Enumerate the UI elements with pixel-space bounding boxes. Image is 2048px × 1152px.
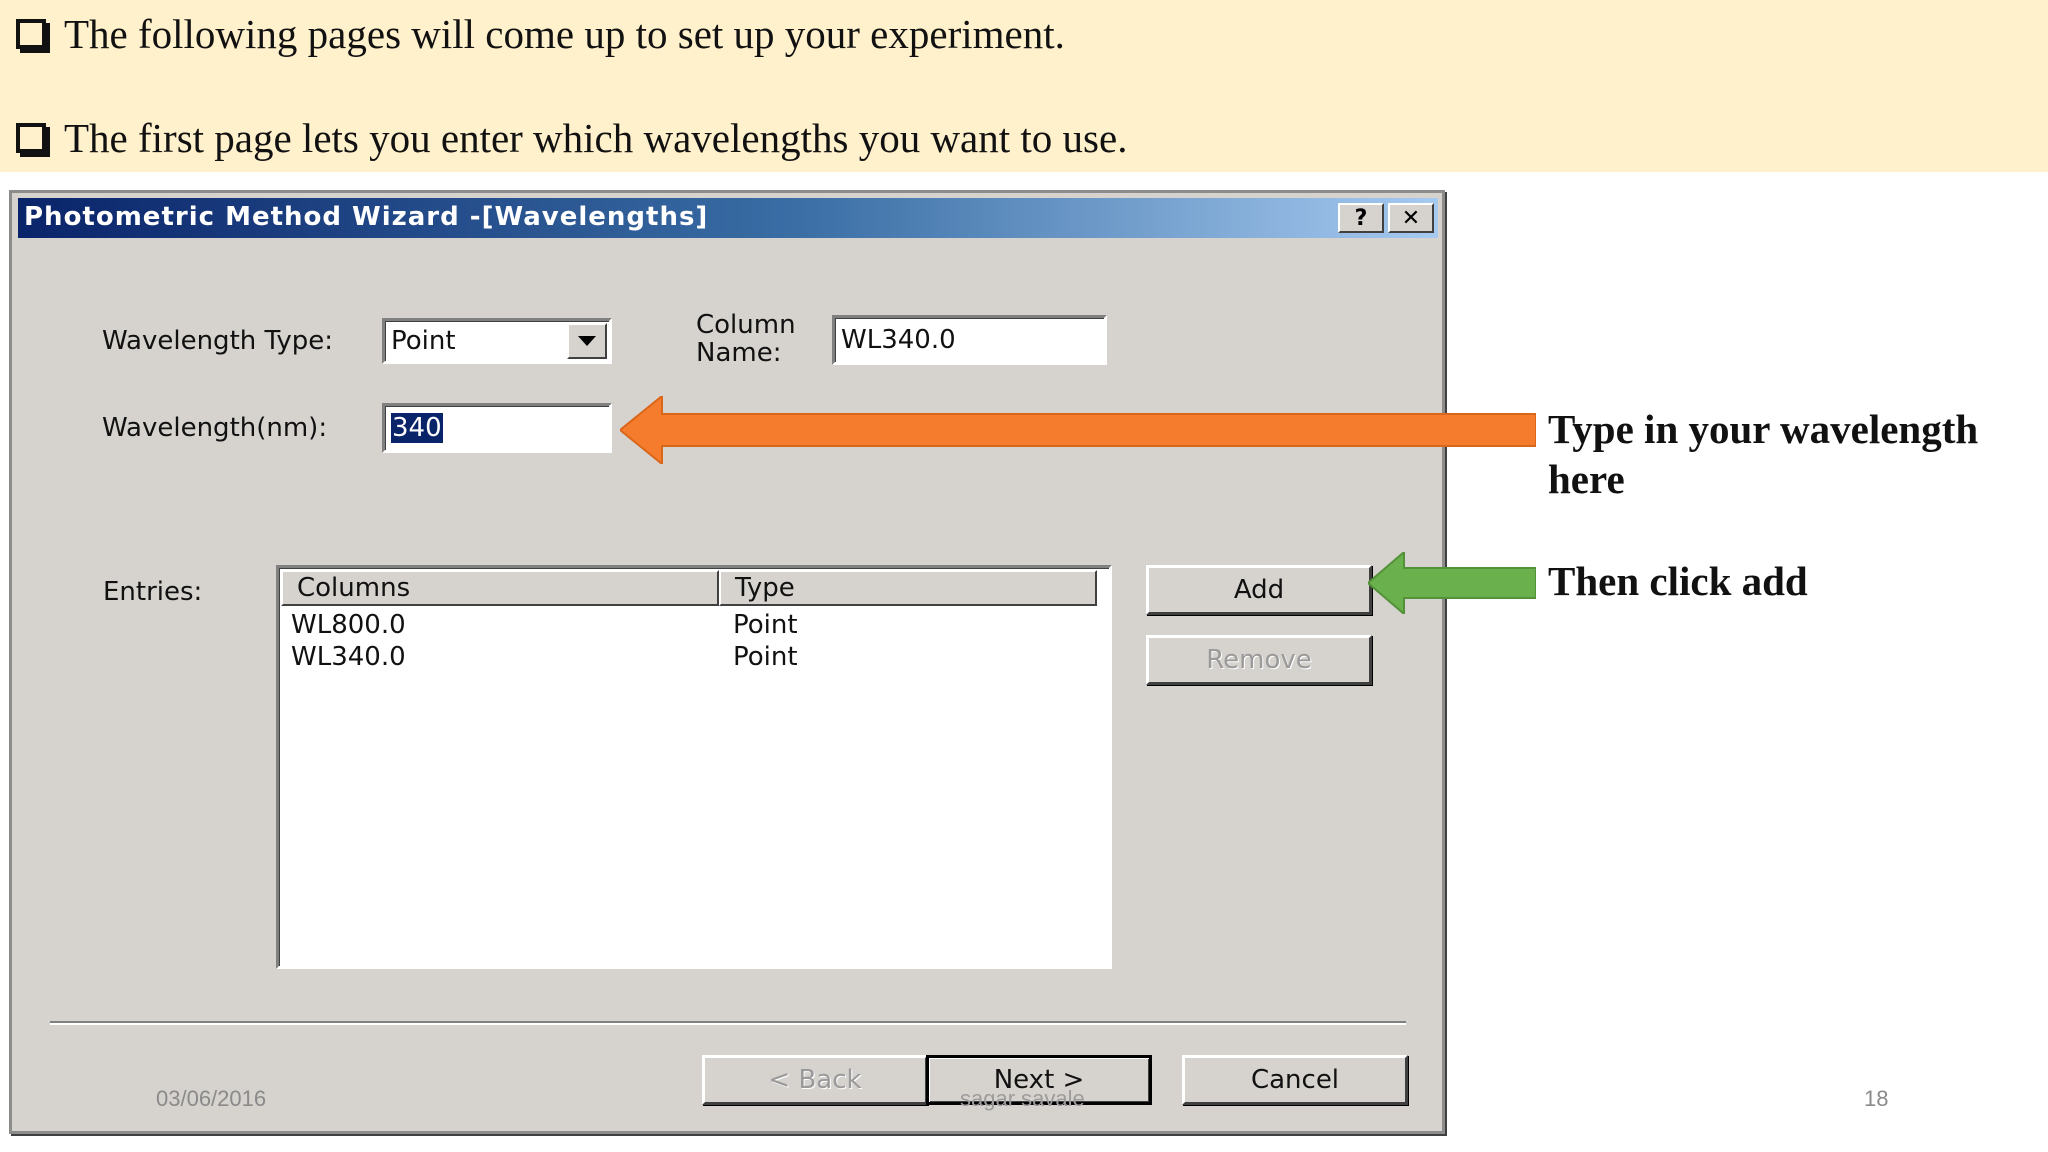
footer-page-number: 18: [1864, 1086, 1889, 1111]
bullet-1: The following pages will come up to set …: [16, 10, 1065, 58]
wavelength-nm-value: 340: [391, 413, 443, 443]
wavelength-type-select[interactable]: Point: [382, 318, 612, 364]
list-item-column: WL800.0: [291, 610, 406, 640]
entries-label: Entries:: [103, 577, 203, 607]
dropdown-button[interactable]: [567, 323, 607, 359]
wavelength-nm-label: Wavelength(nm):: [102, 413, 328, 443]
green-arrow-icon: [1368, 552, 1536, 614]
column-name-label-line1: Column: [696, 310, 796, 340]
add-button-label: Add: [1233, 575, 1285, 605]
help-icon: ?: [1354, 205, 1368, 231]
bullet-2-text: The first page lets you enter which wave…: [64, 115, 1128, 161]
back-button-label: < Back: [768, 1065, 862, 1095]
list-item-type: Point: [733, 642, 798, 672]
close-icon: ✕: [1401, 205, 1421, 231]
column-header-type-label: Type: [735, 573, 795, 603]
photometric-wizard-dialog: Photometric Method Wizard -[Wavelengths]…: [9, 190, 1445, 1134]
list-item[interactable]: WL340.0 Point: [291, 642, 1091, 674]
wavelength-nm-input[interactable]: 340: [382, 403, 612, 453]
dialog-title: Photometric Method Wizard -[Wavelengths]: [24, 202, 709, 232]
divider: [50, 1021, 1406, 1025]
cancel-button[interactable]: Cancel: [1182, 1055, 1408, 1105]
chevron-down-icon: [578, 336, 596, 346]
footer-date: 03/06/2016: [156, 1086, 267, 1111]
column-name-input[interactable]: WL340.0: [832, 315, 1107, 365]
remove-button[interactable]: Remove: [1146, 635, 1372, 685]
wavelength-type-label: Wavelength Type:: [102, 326, 333, 356]
dialog-titlebar[interactable]: Photometric Method Wizard -[Wavelengths]…: [18, 198, 1438, 238]
wavelength-type-value: Point: [391, 326, 456, 356]
callout-add: Then click add: [1548, 558, 1808, 604]
remove-button-label: Remove: [1206, 645, 1312, 675]
checkbox-bullet-icon: [16, 123, 46, 153]
column-header-columns-label: Columns: [297, 573, 411, 603]
column-name-label-line2: Name:: [696, 338, 782, 368]
checkbox-bullet-icon: [16, 19, 46, 49]
orange-arrow-icon: [620, 396, 1536, 464]
help-button[interactable]: ?: [1338, 203, 1384, 233]
list-item-column: WL340.0: [291, 642, 406, 672]
cancel-button-label: Cancel: [1250, 1065, 1340, 1095]
column-name-value: WL340.0: [841, 325, 956, 355]
list-item-type: Point: [733, 610, 798, 640]
instruction-banner: The following pages will come up to set …: [0, 0, 2048, 172]
footer-author: sagar savale: [960, 1086, 1085, 1111]
back-button[interactable]: < Back: [702, 1055, 928, 1105]
entries-list[interactable]: Columns Type WL800.0 Point WL340.0 Point: [276, 565, 1112, 969]
bullet-1-text: The following pages will come up to set …: [64, 11, 1065, 57]
column-header-type[interactable]: Type: [719, 570, 1097, 606]
callout-wavelength: Type in your wavelength here: [1548, 406, 1979, 502]
column-header-columns[interactable]: Columns: [281, 570, 719, 606]
add-button[interactable]: Add: [1146, 565, 1372, 615]
list-item[interactable]: WL800.0 Point: [291, 610, 1091, 642]
bullet-2: The first page lets you enter which wave…: [16, 114, 1127, 162]
close-button[interactable]: ✕: [1388, 203, 1434, 233]
